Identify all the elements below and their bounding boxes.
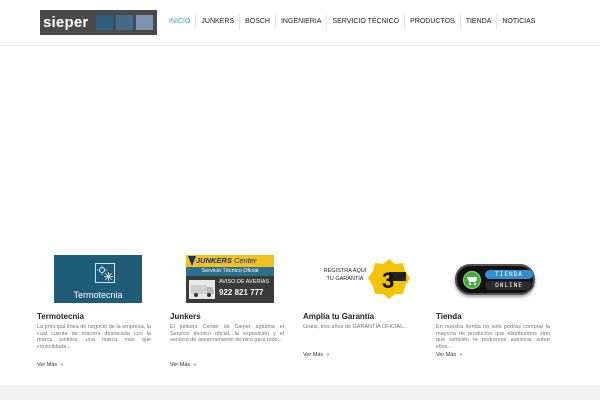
nav-item-ingenieria[interactable]: INGENIERIA (274, 14, 326, 30)
logo-square (136, 15, 153, 30)
sun-snowflake-icon (95, 263, 115, 283)
site-header: sieper INICIO JUNKERS BOSCH INGENIERIA S… (0, 0, 600, 46)
ver-mas-link[interactable]: Ver Más» (303, 352, 329, 358)
junkers-banner: JUNKERS Center (186, 255, 274, 267)
ver-mas-label: Ver Más (303, 352, 324, 358)
feature-title: Amplía tu Garantía (303, 312, 375, 321)
ver-mas-label: Ver Más (170, 362, 191, 368)
termotecnia-image-label: Termotecnia (73, 290, 123, 300)
service-van-icon (189, 280, 215, 299)
junkers-brand-suffix: Center (233, 256, 257, 265)
nav-item-bosch[interactable]: BOSCH (239, 14, 275, 30)
nav-item-tienda[interactable]: TIENDA (459, 14, 497, 30)
feature-title: Termotecnia (37, 312, 84, 321)
nav-item-productos[interactable]: PRODUCTOS (404, 14, 460, 30)
main-nav: INICIO JUNKERS BOSCH INGENIERIA SERVICIO… (164, 14, 540, 30)
feature-description: En nuestra tienda no solo podrás comprar… (436, 324, 550, 350)
ver-mas-link[interactable]: Ver Más» (436, 352, 462, 358)
junkers-center-image[interactable]: JUNKERS Center Servicio Técnico Oficial … (186, 255, 274, 303)
tienda-online-button: TIENDA ONLINE (455, 264, 535, 295)
ver-mas-label: Ver Más (37, 362, 58, 368)
ver-mas-link[interactable]: Ver Más» (170, 362, 196, 368)
tienda-word: TIENDA (485, 270, 533, 279)
feature-description: El junkers Center de Sieper aglutina el … (170, 324, 284, 344)
feature-description: Gratis, tres años de GARANTÍA OFICIAL... (303, 324, 408, 330)
logo-square (116, 15, 133, 30)
double-chevron-right-icon: » (326, 352, 330, 358)
termotecnia-image[interactable]: Termotecnia (54, 255, 142, 303)
nav-item-junkers[interactable]: JUNKERS (195, 14, 239, 30)
double-chevron-right-icon: » (60, 362, 64, 368)
online-word: ONLINE (485, 281, 533, 290)
double-chevron-right-icon: » (193, 362, 197, 368)
sieper-logo[interactable]: sieper (40, 10, 157, 35)
garantia-text-line1: REGISTRA AQUÍ (323, 268, 367, 274)
junkers-phone: 922 821 777 (219, 288, 264, 297)
ver-mas-label: Ver Más (436, 352, 457, 358)
garantia-image[interactable]: REGISTRA AQUÍ TU GARANTÍA 3 (323, 255, 411, 303)
junkers-brand: JUNKERS Center (196, 256, 256, 265)
double-chevron-right-icon: » (459, 352, 463, 358)
logo-square (96, 15, 113, 30)
logo-text: sieper (43, 14, 89, 31)
nav-item-inicio[interactable]: INICIO (164, 14, 195, 30)
nav-item-servicio-tecnico[interactable]: SERVICIO TÉCNICO (326, 14, 404, 30)
ver-mas-link[interactable]: Ver Más» (37, 362, 63, 368)
garantia-image-text: REGISTRA AQUÍ TU GARANTÍA (323, 267, 367, 283)
garantia-text-line2: TU GARANTÍA (326, 276, 364, 282)
feature-title: Junkers (170, 312, 201, 321)
shopping-cart-icon (463, 271, 481, 289)
warranty-badge-icon: 3 (368, 259, 410, 299)
feature-title: Tienda (436, 312, 462, 321)
junkers-service-label: Servicio Técnico Oficial (186, 267, 274, 276)
warranty-badge-number: 3 (382, 268, 394, 293)
tienda-online-image[interactable]: TIENDA ONLINE (454, 255, 542, 303)
junkers-mark-icon (188, 256, 196, 266)
footer-strip (0, 386, 600, 400)
feature-description: La principal línea de negocio de la empr… (37, 324, 151, 350)
junkers-brand-name: JUNKERS (196, 256, 232, 265)
junkers-contact-panel: AVISO DE AVERÍAS 922 821 777 (186, 276, 274, 303)
nav-item-noticias[interactable]: NOTICIAS (496, 14, 540, 30)
junkers-aviso-label: AVISO DE AVERÍAS (219, 279, 270, 285)
